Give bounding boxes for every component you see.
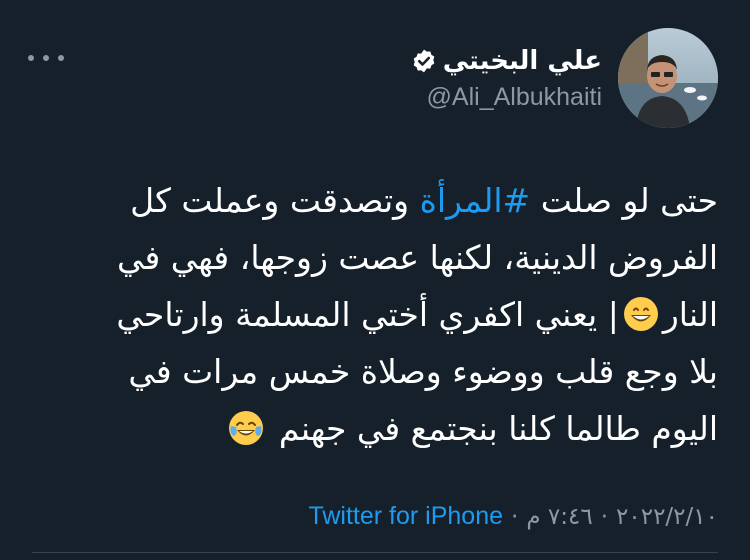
tweet-text-segment: وتصدقت وعملت كل: [130, 181, 420, 220]
more-options-button[interactable]: [28, 48, 64, 68]
more-dot-icon: [58, 55, 64, 61]
tweet-line: حتى لو صلت #المرأة وتصدقت وعملت كل: [38, 172, 718, 229]
more-dot-icon: [43, 55, 49, 61]
tweet-card: علي البخيتي @Ali_Albukhaiti حتى لو صلت #…: [0, 0, 750, 560]
tweet-text: حتى لو صلت #المرأة وتصدقت وعملت كل الفرو…: [38, 172, 718, 457]
tweet-line: النار | يعني اكفري أختي المسلمة وارتاحي: [38, 286, 718, 343]
tweet-text-segment: حتى لو صلت: [530, 181, 718, 220]
display-name-row[interactable]: علي البخيتي: [411, 44, 602, 78]
meta-separator: ·: [511, 503, 519, 530]
tweet-header: علي البخيتي @Ali_Albukhaiti: [411, 28, 718, 128]
tweet-line: اليوم طالما كلنا بنجتمع في جهنم: [38, 400, 718, 457]
hashtag-link[interactable]: #المرأة: [420, 181, 531, 220]
author-handle[interactable]: @Ali_Albukhaiti: [411, 82, 602, 112]
avatar[interactable]: [618, 28, 718, 128]
tears-of-joy-emoji-icon: [228, 410, 264, 446]
tweet-time[interactable]: ٧:٤٦ م: [526, 504, 592, 530]
divider: [32, 552, 718, 553]
author-names: علي البخيتي @Ali_Albukhaiti: [411, 44, 602, 112]
avatar-photo-icon: [618, 28, 718, 128]
meta-separator: ·: [600, 503, 609, 530]
source-link[interactable]: Twitter for iPhone: [308, 502, 503, 531]
verified-badge-icon: [411, 48, 437, 74]
display-name[interactable]: علي البخيتي: [443, 44, 602, 78]
tweet-meta: ٢٠٢٢/٢/١٠ · ٧:٤٦ م · Twitter for iPhone: [308, 502, 718, 531]
more-dot-icon: [28, 55, 34, 61]
tweet-text-segment: النار: [662, 295, 718, 334]
tweet-line: بلا وجع قلب ووضوء وصلاة خمس مرات في: [128, 352, 718, 391]
grinning-face-emoji-icon: [623, 296, 659, 332]
tweet-line: الفروض الدينية، لكنها عصت زوجها، فهي في: [116, 238, 718, 277]
tweet-text-segment: اليوم طالما كلنا بنجتمع في جهنم: [278, 409, 718, 448]
tweet-text-segment: | يعني اكفري أختي المسلمة وارتاحي: [116, 295, 619, 334]
tweet-date[interactable]: ٢٠٢٢/٢/١٠: [616, 504, 718, 530]
